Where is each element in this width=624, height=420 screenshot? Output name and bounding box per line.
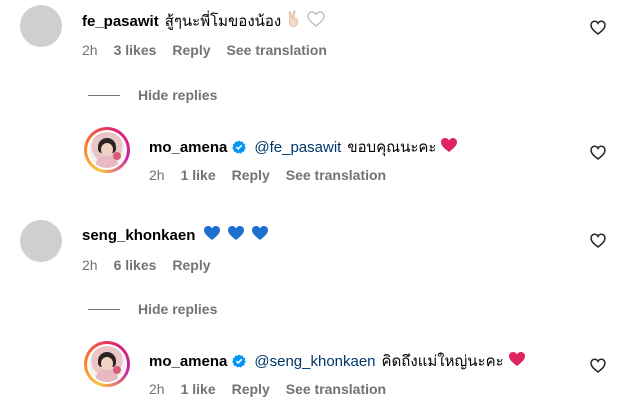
likes-count[interactable]: 6 likes — [114, 257, 157, 273]
mention-link[interactable]: @fe_pasawit — [254, 139, 341, 156]
avatar[interactable] — [84, 341, 130, 387]
see-translation-button[interactable]: See translation — [227, 42, 327, 58]
comment-meta: 2h 6 likes Reply — [82, 257, 227, 273]
like-heart-icon[interactable] — [590, 358, 606, 374]
avatar[interactable] — [84, 127, 130, 173]
hide-replies-label: Hide replies — [138, 87, 218, 103]
comment-2-line: seng_khonkaen — [82, 225, 269, 246]
like-heart-icon[interactable] — [590, 145, 606, 161]
mention-link[interactable]: @seng_khonkaen — [254, 353, 375, 370]
reply-1-line: mo_amena @fe_pasawit ขอบคุณนะคะ — [149, 135, 458, 159]
verified-badge-icon — [232, 140, 247, 154]
reply-text: ขอบคุณนะคะ — [347, 139, 437, 156]
see-translation-button[interactable]: See translation — [286, 381, 386, 397]
reply-button[interactable]: Reply — [172, 42, 210, 58]
divider — [88, 94, 120, 96]
like-heart-icon[interactable] — [590, 233, 606, 249]
victory-hand-icon — [285, 9, 303, 33]
likes-count[interactable]: 1 like — [181, 381, 216, 397]
red-heart-icon — [508, 351, 526, 372]
reply-meta: 2h 1 like Reply See translation — [149, 381, 402, 397]
timestamp: 2h — [82, 42, 98, 58]
avatar[interactable] — [20, 220, 62, 262]
avatar[interactable] — [20, 5, 62, 47]
comment-1-line: fe_pasawit สู้ๆนะพี่โมของน้อง — [82, 9, 325, 33]
blue-heart-icon — [251, 225, 269, 246]
reply-button[interactable]: Reply — [232, 381, 270, 397]
timestamp: 2h — [149, 167, 165, 183]
comment-username[interactable]: fe_pasawit — [82, 13, 159, 30]
comment-text: สู้ๆนะพี่โมของน้อง — [164, 13, 282, 30]
hide-replies-button[interactable]: Hide replies — [88, 301, 217, 317]
comment-meta: 2h 3 likes Reply See translation — [82, 42, 343, 58]
reply-button[interactable]: Reply — [172, 257, 210, 273]
likes-count[interactable]: 3 likes — [114, 42, 157, 58]
verified-badge-icon — [232, 354, 247, 368]
timestamp: 2h — [82, 257, 98, 273]
blue-heart-icon — [203, 225, 221, 246]
comment-username[interactable]: seng_khonkaen — [82, 227, 195, 244]
blue-heart-icon — [227, 225, 245, 246]
reply-username[interactable]: mo_amena — [149, 139, 227, 156]
hide-replies-label: Hide replies — [138, 301, 218, 317]
see-translation-button[interactable]: See translation — [286, 167, 386, 183]
white-heart-icon — [307, 10, 325, 32]
like-heart-icon[interactable] — [590, 20, 606, 36]
reply-2-line: mo_amena @seng_khonkaen คิดถึงแม่ใหญ่นะค… — [149, 349, 526, 373]
reply-username[interactable]: mo_amena — [149, 353, 227, 370]
timestamp: 2h — [149, 381, 165, 397]
reply-button[interactable]: Reply — [232, 167, 270, 183]
hide-replies-button[interactable]: Hide replies — [88, 87, 217, 103]
reply-meta: 2h 1 like Reply See translation — [149, 167, 402, 183]
likes-count[interactable]: 1 like — [181, 167, 216, 183]
reply-text: คิดถึงแม่ใหญ่นะคะ — [381, 353, 504, 370]
divider — [88, 308, 120, 310]
red-heart-icon — [440, 137, 458, 158]
